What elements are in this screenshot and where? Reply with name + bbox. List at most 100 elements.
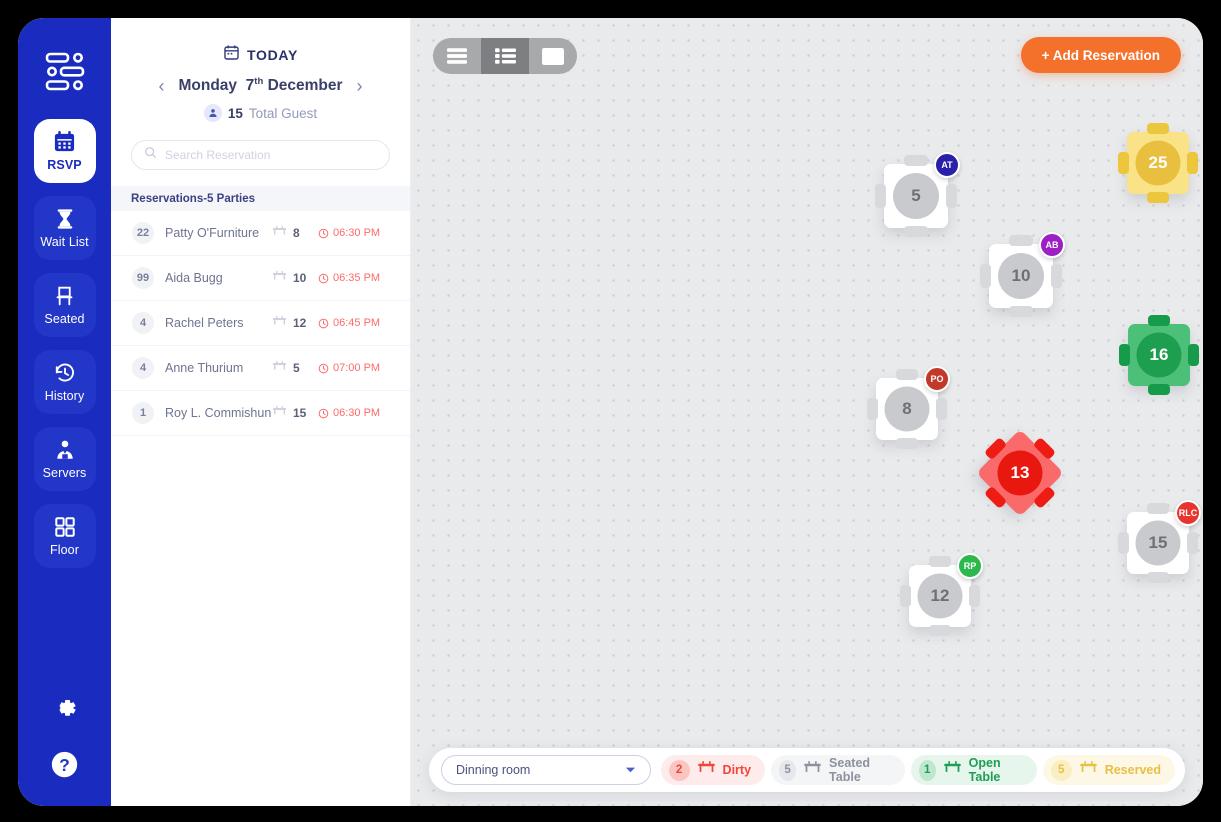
sidebar-item-label: Wait List — [40, 234, 89, 249]
table-icon — [272, 359, 287, 377]
reservation-table-badge: 1 — [132, 402, 154, 425]
total-guest-label: Total Guest — [248, 105, 318, 121]
reservation-time: 06:45 PM — [318, 317, 390, 329]
sidebar: RSVP Wait List Seated History Servers Fl… — [18, 18, 111, 806]
date-ordinal: th — [254, 76, 264, 87]
legend-label: Seated Table — [829, 756, 871, 784]
reservations-list: 22 Patty O'Furniture 8 06:30 PM 99 Aida … — [111, 211, 410, 806]
reservation-time-value: 06:30 PM — [333, 407, 381, 420]
legend-count: 1 — [918, 759, 936, 781]
reservation-row[interactable]: 1 Roy L. Commishun 15 06:30 PM — [111, 391, 410, 437]
sidebar-item-wait-list[interactable]: Wait List — [33, 196, 96, 260]
floor-table-12[interactable]: 12 RP — [897, 553, 983, 639]
sidebar-item-label: Floor — [50, 542, 79, 557]
legend-count: 5 — [779, 759, 797, 781]
reservation-guest-name: Roy L. Commishun — [165, 406, 272, 421]
search-container — [111, 122, 410, 171]
list-detail-icon[interactable] — [481, 38, 529, 74]
reservations-list-header: Reservations-5 Parties — [111, 186, 410, 212]
reservation-table-badge: 99 — [132, 267, 154, 290]
sidebar-item-servers[interactable]: Servers — [33, 427, 96, 491]
party-size-value: 10 — [293, 271, 307, 286]
reservation-guest-name: Anne Thurium — [165, 361, 244, 376]
table-icon — [272, 404, 287, 422]
table-guest-badge[interactable]: AB — [1039, 232, 1065, 258]
floor-table-15[interactable]: 15 RLC — [1115, 500, 1201, 586]
sidebar-item-floor[interactable]: Floor — [33, 504, 96, 568]
table-icon — [272, 269, 287, 287]
reservation-party-size: 12 — [272, 314, 318, 332]
reservation-guest-name: Patty O'Furniture — [165, 226, 260, 241]
floor-table-10[interactable]: 10 AB — [977, 232, 1065, 320]
legend-label: Reserved — [1104, 763, 1161, 777]
table-number: 25 — [1148, 153, 1168, 172]
legend-reserved[interactable]: 5 Reserved — [1042, 755, 1175, 785]
floor-status-bar: Dinning room 2 Dirty 5 Seated Table 1 Open Ta… — [429, 748, 1185, 792]
sidebar-item-seated[interactable]: Seated — [33, 273, 96, 337]
person-icon — [203, 104, 222, 123]
chevron-left-icon[interactable]: ‹ — [156, 77, 166, 95]
square-icon[interactable] — [529, 38, 577, 74]
room-select-dropdown[interactable]: Dinning room — [441, 755, 651, 785]
sidebar-item-rsvp[interactable]: RSVP — [33, 119, 96, 183]
floor-table-25[interactable]: 25 — [1115, 120, 1201, 206]
chair-icon — [54, 285, 75, 307]
table-guest-badge[interactable]: RP — [957, 553, 983, 579]
current-date: Monday 7th December — [178, 76, 342, 95]
search-icon — [144, 146, 157, 164]
chevron-down-icon — [625, 761, 636, 779]
grid-squares-icon — [54, 516, 76, 538]
reservation-row[interactable]: 4 Anne Thurium 5 07:00 PM — [111, 346, 410, 392]
legend-open-table[interactable]: 1 Open Table — [910, 755, 1037, 785]
reservation-row[interactable]: 22 Patty O'Furniture 8 06:30 PM — [111, 211, 410, 257]
reservation-row[interactable]: 4 Rachel Peters 12 06:45 PM — [111, 301, 410, 347]
sidebar-item-label: Servers — [42, 465, 87, 480]
legend-label: Dirty — [722, 763, 752, 777]
reservation-time-value: 07:00 PM — [333, 362, 381, 375]
table-icon — [803, 760, 822, 780]
date-day-number: 7 — [245, 77, 255, 95]
reservation-time: 07:00 PM — [318, 362, 390, 374]
reservation-party-size: 8 — [272, 224, 318, 242]
floor-table-8[interactable]: 8 PO — [864, 366, 950, 452]
floor-table-16[interactable]: 16 — [1116, 312, 1202, 398]
dashboard-sliders-icon[interactable] — [44, 52, 86, 97]
reservation-row[interactable]: 99 Aida Bugg 10 06:35 PM — [111, 256, 410, 302]
sidebar-item-label: History — [44, 388, 85, 403]
legend-dirty[interactable]: 2 Dirty — [660, 755, 766, 785]
reservation-party-size: 15 — [272, 404, 318, 422]
sidebar-item-label: Seated — [44, 311, 85, 326]
table-guest-badge[interactable]: AT — [934, 152, 960, 178]
calendar-icon — [53, 130, 76, 153]
table-guest-badge[interactable]: RLC — [1175, 500, 1201, 526]
reservation-party-size: 5 — [272, 359, 318, 377]
reservation-table-badge: 4 — [132, 312, 154, 335]
reservation-time-value: 06:30 PM — [333, 227, 381, 240]
gear-icon[interactable] — [50, 694, 79, 728]
floor-table-5[interactable]: 5 AT — [872, 152, 960, 240]
app-window: RSVP Wait List Seated History Servers Fl… — [18, 18, 1203, 806]
reservation-table-badge: 22 — [132, 222, 154, 245]
question-circle-icon[interactable]: ? — [50, 750, 79, 784]
legend-seated-table[interactable]: 5 Seated Table — [771, 755, 905, 785]
chevron-right-icon[interactable]: › — [355, 77, 365, 95]
today-label: TODAY — [247, 47, 298, 63]
sidebar-item-history[interactable]: History — [33, 350, 96, 414]
search-input[interactable] — [165, 148, 377, 163]
table-guest-badge[interactable]: PO — [924, 366, 950, 392]
reservation-time-value: 06:45 PM — [333, 317, 381, 330]
add-reservation-button[interactable]: + Add Reservation — [1020, 37, 1181, 73]
floor-plan-canvas[interactable]: + Add Reservation 5 AT 10 AB 8 PO 12 RP 15 RLC 25 1… — [411, 18, 1203, 806]
date-navigator: ‹ Monday 7th December › — [111, 76, 410, 95]
floor-table-13[interactable]: 13 — [976, 429, 1064, 517]
reservation-time-value: 06:35 PM — [333, 272, 381, 285]
calendar-icon — [223, 44, 240, 66]
party-size-value: 12 — [293, 316, 307, 331]
reservation-time: 06:30 PM — [318, 407, 390, 419]
today-header: TODAY — [111, 44, 410, 66]
rows-icon[interactable] — [433, 38, 481, 74]
search-box[interactable] — [131, 140, 390, 171]
clock-rotate-icon — [54, 362, 76, 384]
reservation-guest-name: Aida Bugg — [165, 271, 223, 286]
hourglass-icon — [54, 208, 76, 230]
